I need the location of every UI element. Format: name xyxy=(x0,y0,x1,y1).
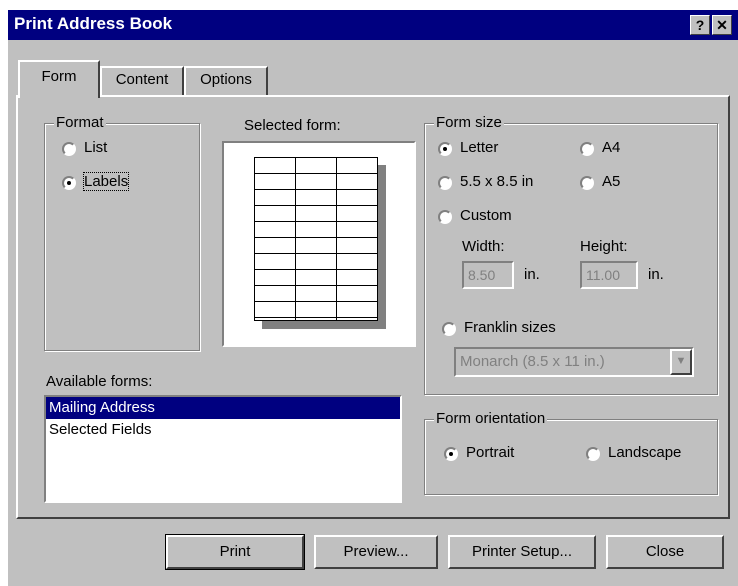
print-address-book-dialog: Print Address Book ? ✕ Form Content Opti… xyxy=(8,10,738,586)
letter-radio-label[interactable]: Letter xyxy=(460,139,498,156)
custom-radio[interactable] xyxy=(438,210,452,224)
selected-form-label: Selected form: xyxy=(244,117,341,134)
selected-form-preview xyxy=(222,141,416,347)
franklin-sizes-radio[interactable] xyxy=(442,322,456,336)
half-letter-radio[interactable] xyxy=(438,176,452,190)
a5-radio[interactable] xyxy=(580,176,594,190)
custom-radio-label[interactable]: Custom xyxy=(460,207,512,224)
width-unit: in. xyxy=(524,266,540,283)
list-radio-label[interactable]: List xyxy=(84,139,107,156)
close-button[interactable]: Close xyxy=(606,535,724,569)
a4-radio[interactable] xyxy=(580,142,594,156)
title-bar: Print Address Book ? ✕ xyxy=(8,10,738,40)
print-button[interactable]: Print xyxy=(165,534,305,570)
list-item[interactable]: Selected Fields xyxy=(46,419,400,441)
tab-form[interactable]: Form xyxy=(18,60,100,98)
height-label: Height: xyxy=(580,238,628,255)
width-label: Width: xyxy=(462,238,505,255)
franklin-sizes-select[interactable]: Monarch (8.5 x 11 in.) ▼ xyxy=(454,347,694,377)
half-letter-radio-label[interactable]: 5.5 x 8.5 in xyxy=(460,173,533,190)
franklin-sizes-label[interactable]: Franklin sizes xyxy=(464,319,556,336)
available-forms-listbox[interactable]: Mailing Address Selected Fields xyxy=(44,395,402,503)
available-forms-label: Available forms: xyxy=(46,373,153,390)
portrait-radio[interactable] xyxy=(444,447,458,461)
form-tab-panel: Format List Labels Selected form: Availa… xyxy=(16,95,730,519)
a4-radio-label[interactable]: A4 xyxy=(602,139,620,156)
format-group xyxy=(44,123,200,351)
close-window-button[interactable]: ✕ xyxy=(712,15,732,35)
tab-options-label: Options xyxy=(200,71,252,88)
landscape-radio-label[interactable]: Landscape xyxy=(608,444,681,461)
chevron-down-icon[interactable]: ▼ xyxy=(670,349,692,375)
help-button[interactable]: ? xyxy=(690,15,710,35)
tab-content[interactable]: Content xyxy=(100,66,184,96)
franklin-sizes-value: Monarch (8.5 x 11 in.) xyxy=(460,353,605,370)
labels-radio[interactable] xyxy=(62,176,76,190)
form-orientation-group-label: Form orientation xyxy=(434,410,548,427)
format-group-label: Format xyxy=(54,114,106,131)
labels-radio-label[interactable]: Labels xyxy=(82,172,130,191)
portrait-radio-label[interactable]: Portrait xyxy=(466,444,514,461)
window-title: Print Address Book xyxy=(14,14,173,33)
tab-options[interactable]: Options xyxy=(184,66,268,96)
list-item[interactable]: Mailing Address xyxy=(46,397,400,419)
letter-radio[interactable] xyxy=(438,142,452,156)
tab-form-label: Form xyxy=(41,68,77,85)
list-radio[interactable] xyxy=(62,142,76,156)
a5-radio-label[interactable]: A5 xyxy=(602,173,620,190)
height-input[interactable]: 11.00 xyxy=(580,261,638,289)
printer-setup-button[interactable]: Printer Setup... xyxy=(448,535,596,569)
landscape-radio[interactable] xyxy=(586,447,600,461)
form-size-group-label: Form size xyxy=(434,114,504,131)
width-input[interactable]: 8.50 xyxy=(462,261,514,289)
height-unit: in. xyxy=(648,266,664,283)
preview-button[interactable]: Preview... xyxy=(314,535,438,569)
tab-content-label: Content xyxy=(115,71,169,88)
label-sheet-icon xyxy=(254,157,378,321)
